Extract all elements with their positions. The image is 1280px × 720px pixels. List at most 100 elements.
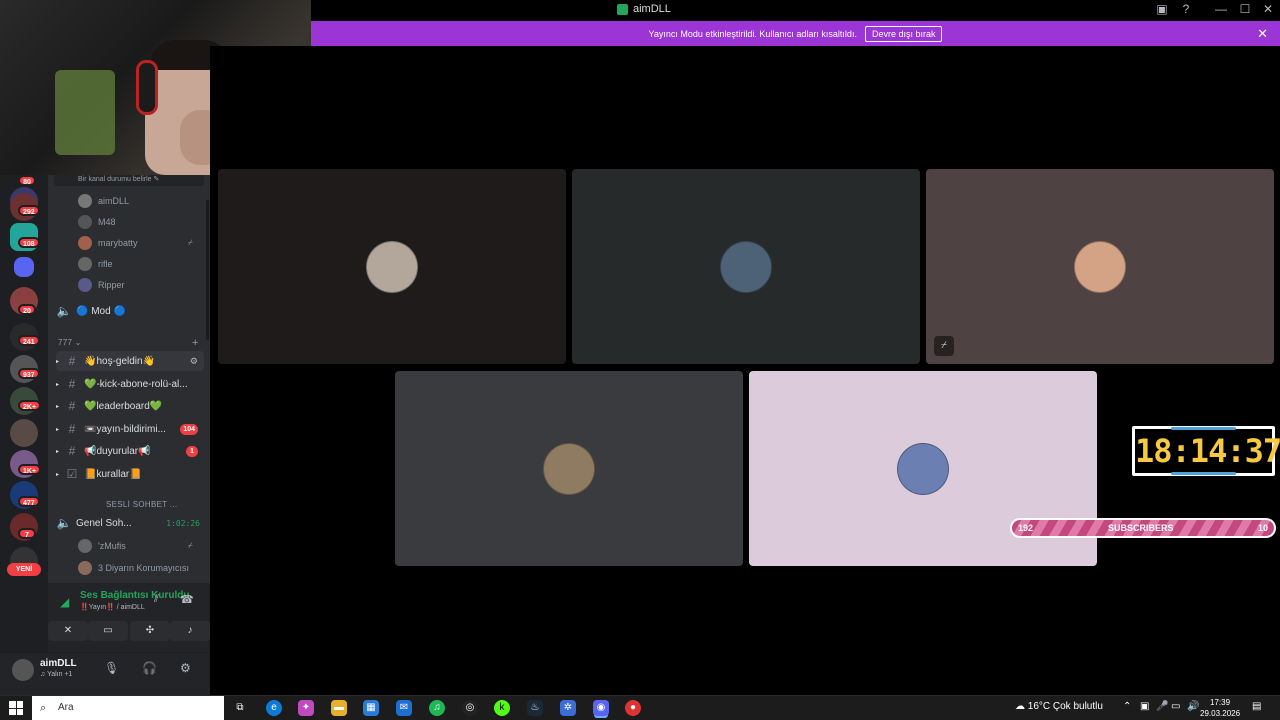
soundboard-button[interactable]: ♪ — [170, 621, 210, 641]
channel-name: Genel Soh... — [76, 517, 132, 529]
channel-status-prompt[interactable]: Bir kanal durumu belirle ✎ — [54, 175, 204, 186]
activities-icon: ✣ — [145, 625, 155, 636]
streamer-mode-banner: Yayıncı Modu etkinleştirildi. Kullanıcı … — [311, 21, 1280, 46]
activities-button[interactable]: ✣ — [130, 621, 170, 641]
weather-widget[interactable]: ☁ 16°C Çok bulutlu — [1015, 701, 1103, 712]
network-icon[interactable]: ▭ — [1171, 701, 1180, 712]
server-badge: 477 — [18, 496, 40, 507]
voice-user-name: marybatty — [98, 238, 138, 248]
screen-share-button[interactable]: ▭ — [88, 621, 128, 641]
voice-stage: ⌿ — [210, 46, 1280, 695]
avatar — [366, 240, 418, 293]
participant-tile[interactable]: ⌿ — [926, 169, 1274, 364]
voice-user[interactable]: aimDLL — [78, 194, 129, 208]
chrome-icon[interactable]: ● — [625, 700, 641, 716]
file-explorer-icon[interactable]: ▬ — [331, 700, 347, 716]
voice-user[interactable]: 'zMufis ⌿ — [78, 539, 193, 553]
channel-kick-abone[interactable]: ▸ # 💚-kick-abone-rolü-al... — [56, 374, 204, 394]
channel-duyurular[interactable]: ▸ # 📢duyurular📢 1 — [56, 441, 204, 461]
tray-app-icon[interactable]: ▣ — [1140, 701, 1149, 712]
voice-user[interactable]: 3 Diyarın Korumayıcısı — [78, 561, 189, 575]
notifications-icon[interactable]: ▤ — [1252, 701, 1261, 712]
stream-clock-overlay: 18:14:37 — [1132, 426, 1280, 476]
category-777[interactable]: 777 ⌄ + — [58, 337, 198, 349]
close-window-button[interactable]: ✕ — [1259, 2, 1277, 16]
channel-name: 🔵 Mod 🔵 — [76, 305, 126, 317]
disable-streamer-mode-button[interactable]: Devre dışı bırak — [864, 25, 943, 42]
server-folder-icon[interactable] — [14, 257, 34, 277]
store-icon[interactable]: ▦ — [363, 700, 379, 716]
taskbar-search[interactable]: ⌕ Ara — [32, 696, 224, 720]
voice-user-name: aimDLL — [98, 196, 130, 206]
channel-scrollbar[interactable] — [206, 200, 209, 340]
minimize-button[interactable]: — — [1212, 2, 1230, 16]
microphone-icon[interactable]: 🎙 — [104, 661, 119, 675]
server-badge: 7 — [18, 528, 36, 539]
server-badge: 20 — [18, 304, 36, 315]
server-sidebar: 80 292 108 20 241 937 2K+ 1K+ 477 7 YENİ — [0, 175, 48, 695]
mention-badge: 104 — [180, 423, 198, 435]
channel-name: 👋hoş-geldin👋 — [84, 355, 156, 367]
voice-user[interactable]: rifle — [78, 257, 113, 271]
participant-tile[interactable] — [218, 169, 566, 364]
avatar — [78, 561, 92, 575]
channel-settings-icon[interactable]: ⚙ — [190, 356, 198, 367]
app-title: aimDLL — [617, 3, 671, 15]
kick-icon[interactable]: k — [494, 700, 510, 716]
voice-status-title[interactable]: Ses Bağlantısı Kuruldu — [80, 590, 189, 601]
webcam-background-poster — [55, 70, 115, 155]
channel-leaderboard[interactable]: ▸ # 💚leaderboard💚 — [56, 396, 204, 416]
task-view-icon[interactable]: ⧉ — [232, 700, 248, 716]
server-icon[interactable] — [10, 419, 38, 447]
edge-icon[interactable]: e — [266, 700, 282, 716]
unread-dot-icon: ▸ — [56, 426, 60, 433]
banner-message: Yayıncı Modu etkinleştirildi. Kullanıcı … — [648, 28, 857, 39]
app-icon[interactable]: ✲ — [560, 700, 576, 716]
channel-yayin-bildirimi[interactable]: ▸ # 📼yayın-bildirimi... 104 — [56, 419, 204, 439]
search-placeholder: Ara — [58, 702, 74, 713]
tray-chevron-icon[interactable]: ⌃ — [1123, 701, 1131, 712]
avatar[interactable] — [12, 659, 34, 681]
speaker-icon: 🔈 — [56, 516, 72, 530]
discord-icon[interactable]: ◉ — [593, 700, 609, 716]
taskbar-clock[interactable]: 17:39 29.03.2026 — [1200, 697, 1240, 719]
channel-name: 💚-kick-abone-rolü-al... — [84, 378, 188, 390]
app-title-text: aimDLL — [633, 3, 671, 15]
voice-user[interactable]: marybatty ⌿ — [78, 236, 193, 250]
settings-gear-icon[interactable]: ⚙ — [180, 661, 191, 675]
server-badge: 108 — [18, 237, 40, 248]
voice-user[interactable]: Ripper — [78, 278, 125, 292]
screen-share-icon: ▭ — [103, 625, 113, 636]
help-icon[interactable]: ? — [1177, 2, 1195, 16]
tray-mic-icon[interactable]: 🎤 — [1156, 701, 1168, 712]
camera-button[interactable]: ✕ — [48, 621, 88, 641]
inbox-icon[interactable]: ▣ — [1153, 2, 1171, 16]
headphones-icon[interactable]: 🎧 — [142, 661, 157, 675]
channel-name: 💚leaderboard💚 — [84, 400, 163, 412]
mail-icon[interactable]: ✉ — [396, 700, 412, 716]
obs-icon[interactable]: ◎ — [462, 700, 478, 716]
channel-kurallar[interactable]: ▸ ☑ 📙kurallar📙 — [56, 464, 204, 484]
voice-connection-panel: ◢ Ses Bağlantısı Kuruldu ‼️Yayın‼️ / aim… — [48, 583, 210, 653]
user-name: aimDLL — [40, 658, 77, 669]
participant-tile[interactable] — [572, 169, 920, 364]
subs-current: 192 — [1018, 523, 1034, 533]
category-label: 777 ⌄ — [58, 338, 82, 347]
disconnect-icon[interactable]: ☎ — [180, 593, 194, 606]
copilot-icon[interactable]: ✦ — [298, 700, 314, 716]
channel-hos-geldin[interactable]: ▸ # 👋hoş-geldin👋 ⚙ — [56, 351, 204, 371]
voice-channel-mod[interactable]: 🔈 🔵 Mod 🔵 — [56, 301, 204, 321]
participant-tile[interactable] — [395, 371, 743, 566]
unread-dot-icon: ▸ — [56, 448, 60, 455]
spotify-icon[interactable]: ♫ — [429, 700, 445, 716]
volume-icon[interactable]: 🔊 — [1187, 701, 1199, 712]
windows-start-icon[interactable] — [9, 701, 23, 715]
voice-user[interactable]: M48 — [78, 215, 116, 229]
voice-channel-genel[interactable]: 🔈 Genel Soh... 1:02:26 — [56, 513, 204, 533]
steam-icon[interactable]: ♨ — [527, 700, 543, 716]
noise-suppression-icon[interactable]: ⫽ — [154, 593, 159, 606]
banner-close-icon[interactable]: ✕ — [1257, 26, 1268, 42]
maximize-button[interactable]: ☐ — [1236, 2, 1254, 16]
add-channel-icon[interactable]: + — [192, 337, 199, 349]
category-voice[interactable]: SESLİ SOHBET ... — [106, 500, 177, 509]
